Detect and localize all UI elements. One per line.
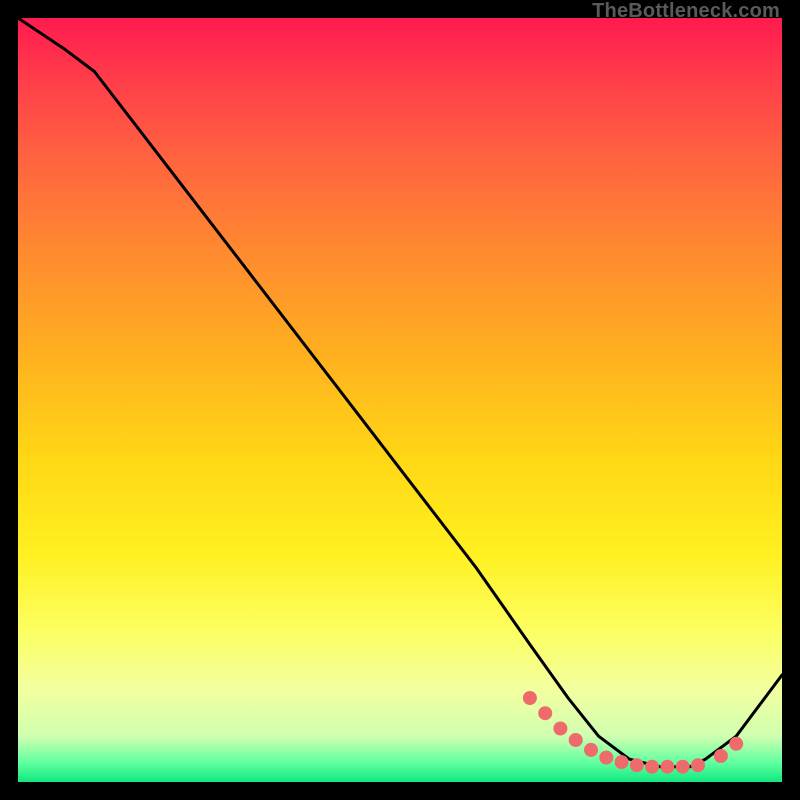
curve-line [18, 18, 782, 767]
highlight-dot [645, 760, 659, 774]
highlight-dots-group [523, 691, 743, 774]
highlight-dot [630, 758, 644, 772]
highlight-dot [615, 755, 629, 769]
gradient-plot-area [18, 18, 782, 782]
chart-svg [18, 18, 782, 782]
highlight-dot [676, 760, 690, 774]
highlight-dot [553, 722, 567, 736]
chart-frame: TheBottleneck.com [0, 0, 800, 800]
highlight-dot [714, 749, 728, 763]
highlight-dot [729, 737, 743, 751]
highlight-dot [599, 751, 613, 765]
highlight-dot [569, 733, 583, 747]
highlight-dot [660, 760, 674, 774]
highlight-dot [538, 706, 552, 720]
highlight-dot [691, 758, 705, 772]
highlight-dot [523, 691, 537, 705]
highlight-dot [584, 743, 598, 757]
